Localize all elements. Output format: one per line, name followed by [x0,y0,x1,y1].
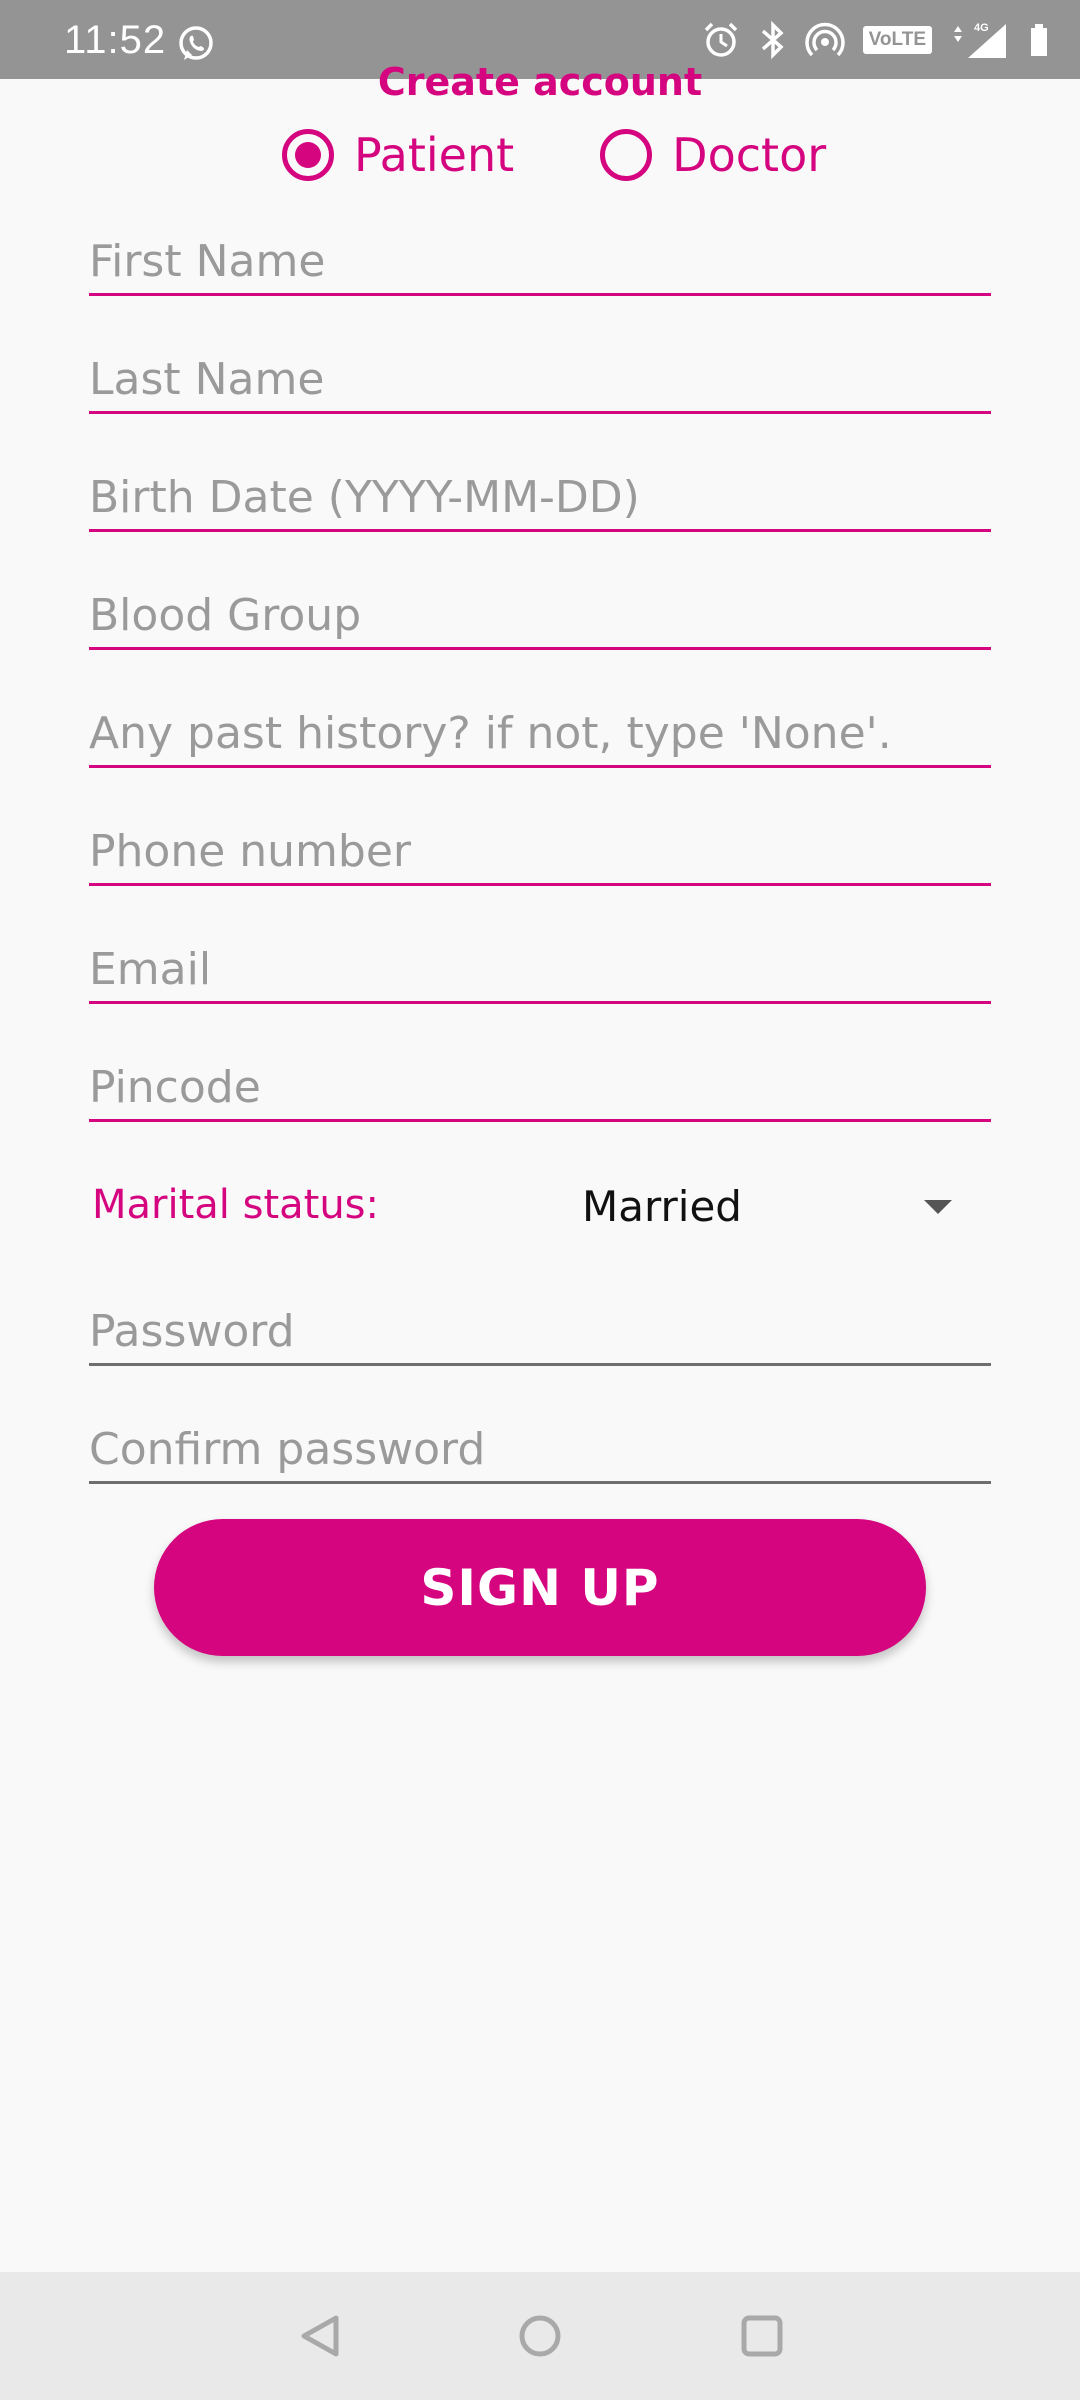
birth-date-field-wrap [89,454,991,532]
status-time: 11:52 [64,18,167,62]
past-history-input[interactable] [89,708,991,759]
whatsapp-icon [179,26,213,60]
confirm-password-field-wrap [89,1406,991,1484]
recents-icon [741,2315,783,2357]
first-name-field-wrap [89,218,991,296]
home-icon [519,2315,561,2357]
nav-recents-button[interactable] [732,2306,792,2366]
radio-patient-label: Patient [354,128,515,182]
birth-date-input[interactable] [89,472,991,523]
dropdown-arrow-icon [924,1200,952,1214]
marital-status-label: Marital status: [92,1182,379,1228]
radio-checked-icon[interactable] [282,129,334,181]
battery-icon [1031,24,1047,56]
alarm-icon [704,22,737,57]
email-input[interactable] [89,944,991,995]
status-icons: VoLTE 4G [701,20,1050,60]
first-name-input[interactable] [89,236,991,287]
blood-group-input[interactable] [89,590,991,641]
role-radio-group: Patient Doctor [282,128,826,182]
pincode-field-wrap [89,1044,991,1122]
svg-text:4G: 4G [974,22,989,34]
hotspot-icon [804,22,845,57]
radio-doctor[interactable]: Doctor [600,128,826,182]
nav-back-button[interactable] [290,2306,350,2366]
blood-group-field-wrap [89,572,991,650]
sign-up-button[interactable]: SIGN UP [154,1519,926,1656]
marital-status-value: Married [582,1182,742,1231]
past-history-field-wrap [89,690,991,768]
volte-icon: VoLTE [862,26,932,54]
confirm-password-input[interactable] [89,1424,991,1475]
pincode-input[interactable] [89,1062,991,1113]
navigation-bar [0,2272,1080,2400]
last-name-field-wrap [89,336,991,414]
nav-home-button[interactable] [510,2306,570,2366]
radio-unchecked-icon[interactable] [600,129,653,181]
password-field-wrap [89,1288,991,1366]
email-field-wrap [89,926,991,1004]
bluetooth-icon [761,20,784,60]
marital-status-dropdown[interactable]: Married [560,1168,980,1248]
radio-patient[interactable]: Patient [282,128,514,182]
password-input[interactable] [89,1306,991,1357]
last-name-input[interactable] [89,354,991,405]
signal-icon: 4G [954,22,1006,58]
phone-input[interactable] [89,826,991,877]
back-icon [301,2315,339,2357]
page-title: Create account [377,60,703,104]
radio-doctor-label: Doctor [672,128,827,182]
phone-field-wrap [89,808,991,886]
